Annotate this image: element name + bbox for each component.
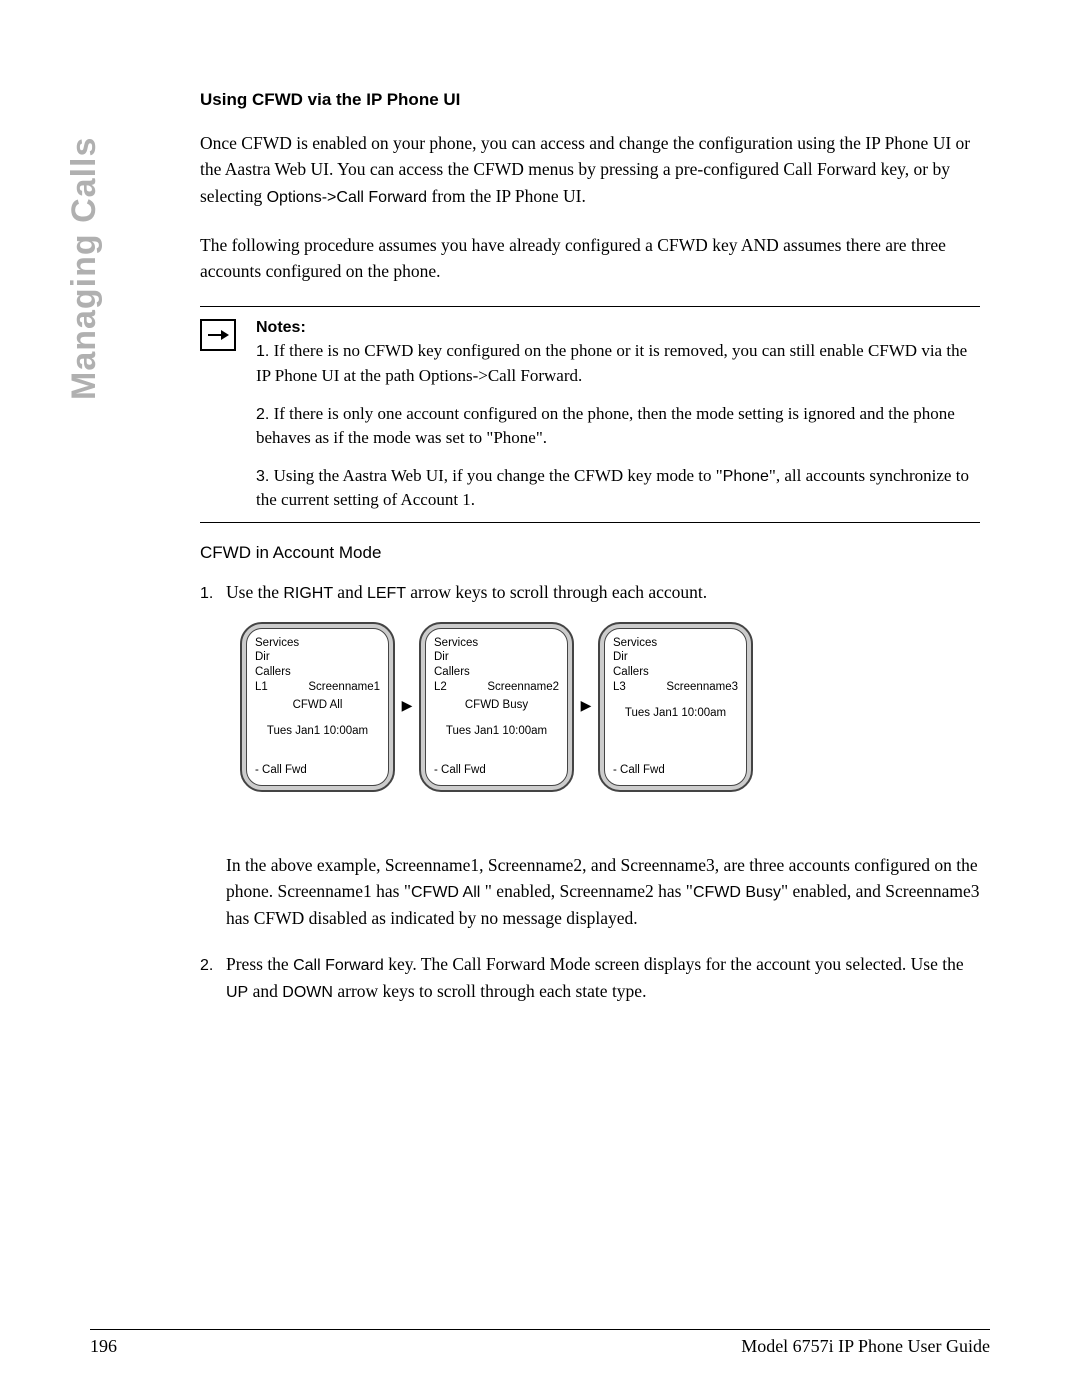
- s2d: UP: [226, 984, 248, 1001]
- page: Managing Calls Using CFWD via the IP Pho…: [0, 0, 1080, 1397]
- ad: CFWD Busy: [693, 884, 781, 901]
- phone-screen-1: Services Dir Callers L1 Screenname1 CFWD…: [240, 622, 395, 792]
- note1num: 1.: [256, 343, 269, 360]
- screen-inner: Services Dir Callers L1 Screenname1 CFWD…: [246, 628, 389, 786]
- scr-dir: Dir: [255, 650, 380, 664]
- scr-services: Services: [255, 636, 380, 650]
- note3a: Using the Aastra Web UI, if you change t…: [269, 466, 722, 485]
- note2-text: If there is only one account configured …: [256, 404, 955, 447]
- s2g: arrow keys to scroll through each state …: [337, 981, 646, 1001]
- arrow-right-icon: ▶: [395, 698, 419, 715]
- after-screens-paragraph: In the above example, Screenname1, Scree…: [226, 852, 980, 932]
- scr-callers: Callers: [613, 665, 738, 679]
- scr-line-id: L2: [434, 680, 447, 694]
- notes-row: Notes: 1. If there is no CFWD key config…: [200, 315, 980, 512]
- note1-text: If there is no CFWD key configured on th…: [256, 341, 967, 384]
- scr-bottom: - Call Fwd: [613, 763, 665, 777]
- step-2: 2. Press the Call Forward key. The Call …: [200, 951, 980, 1005]
- scr-time: Tues Jan1 10:00am: [434, 724, 559, 738]
- footer-doc-title: Model 6757i IP Phone User Guide: [741, 1336, 990, 1357]
- para1b: Options->Call Forward: [267, 189, 428, 206]
- s2e: and: [248, 981, 282, 1001]
- ac: " enabled, Screenname2 has ": [485, 881, 693, 901]
- intro-paragraph-2: The following procedure assumes you have…: [200, 232, 980, 285]
- scr-status: CFWD All: [255, 698, 380, 712]
- scr-services: Services: [613, 636, 738, 650]
- scr-time: Tues Jan1 10:00am: [613, 706, 738, 720]
- note3b: Phone: [723, 468, 769, 485]
- scr-name: Screenname1: [308, 680, 380, 694]
- s2c: key. The Call Forward Mode screen displa…: [388, 954, 963, 974]
- ab: CFWD All: [411, 884, 485, 901]
- section-heading: Using CFWD via the IP Phone UI: [200, 90, 980, 110]
- scr-line4: L3 Screenname3: [613, 680, 738, 694]
- para1c: from the IP Phone UI.: [427, 186, 586, 206]
- footer-page-number: 196: [90, 1336, 117, 1357]
- screen-inner: Services Dir Callers L3 Screenname3 Tues…: [604, 628, 747, 786]
- content-area: Using CFWD via the IP Phone UI Once CFWD…: [200, 90, 980, 1005]
- scr-line-id: L3: [613, 680, 626, 694]
- scr-status: CFWD Busy: [434, 698, 559, 712]
- step1num-text: 1.: [200, 585, 213, 602]
- step-1: 1. Use the RIGHT and LEFT arrow keys to …: [200, 579, 980, 606]
- note2num: 2.: [256, 406, 269, 423]
- s1c: and: [337, 582, 367, 602]
- scr-time: Tues Jan1 10:00am: [255, 724, 380, 738]
- scr-name: Screenname2: [487, 680, 559, 694]
- note-3: 3. Using the Aastra Web UI, if you chang…: [256, 464, 980, 512]
- page-footer: 196 Model 6757i IP Phone User Guide: [90, 1329, 990, 1357]
- scr-dir: Dir: [434, 650, 559, 664]
- s2f: DOWN: [282, 984, 337, 1001]
- step1-text: Use the RIGHT and LEFT arrow keys to scr…: [226, 579, 980, 606]
- step2-text: Press the Call Forward key. The Call For…: [226, 951, 980, 1005]
- phone-screen-2: Services Dir Callers L2 Screenname2 CFWD…: [419, 622, 574, 792]
- sub-heading: CFWD in Account Mode: [200, 543, 980, 563]
- phone-screens-row: Services Dir Callers L1 Screenname1 CFWD…: [240, 622, 980, 792]
- s1a: Use the: [226, 582, 283, 602]
- step2num-text: 2.: [200, 957, 213, 974]
- step2-num: 2.: [200, 951, 226, 1005]
- side-tab: Managing Calls: [65, 137, 104, 400]
- step1-num: 1.: [200, 579, 226, 606]
- phone-screen-3: Services Dir Callers L3 Screenname3 Tues…: [598, 622, 753, 792]
- side-tab-text: Managing Calls: [65, 137, 103, 400]
- scr-line4: L2 Screenname2: [434, 680, 559, 694]
- note-1: Notes: 1. If there is no CFWD key config…: [256, 315, 980, 388]
- s2b: Call Forward: [293, 957, 388, 974]
- scr-bottom: - Call Fwd: [434, 763, 486, 777]
- arrow-right-icon: ▶: [574, 698, 598, 715]
- s1e: arrow keys to scroll through each accoun…: [410, 582, 707, 602]
- screen-inner: Services Dir Callers L2 Screenname2 CFWD…: [425, 628, 568, 786]
- scr-dir: Dir: [613, 650, 738, 664]
- scr-name: Screenname3: [666, 680, 738, 694]
- scr-line4: L1 Screenname1: [255, 680, 380, 694]
- s1d: LEFT: [367, 585, 410, 602]
- notes-body: Notes: 1. If there is no CFWD key config…: [256, 315, 980, 512]
- s2a: Press the: [226, 954, 293, 974]
- scr-services: Services: [434, 636, 559, 650]
- scr-line-id: L1: [255, 680, 268, 694]
- intro-paragraph-1: Once CFWD is enabled on your phone, you …: [200, 130, 980, 210]
- notes-title: Notes:: [256, 319, 306, 336]
- arrow-right-icon: [200, 319, 236, 351]
- note-2: 2. If there is only one account configur…: [256, 402, 980, 450]
- scr-bottom: - Call Fwd: [255, 763, 307, 777]
- scr-callers: Callers: [434, 665, 559, 679]
- s1b: RIGHT: [283, 585, 337, 602]
- notes-block: Notes: 1. If there is no CFWD key config…: [200, 306, 980, 523]
- scr-callers: Callers: [255, 665, 380, 679]
- note3num: 3.: [256, 468, 269, 485]
